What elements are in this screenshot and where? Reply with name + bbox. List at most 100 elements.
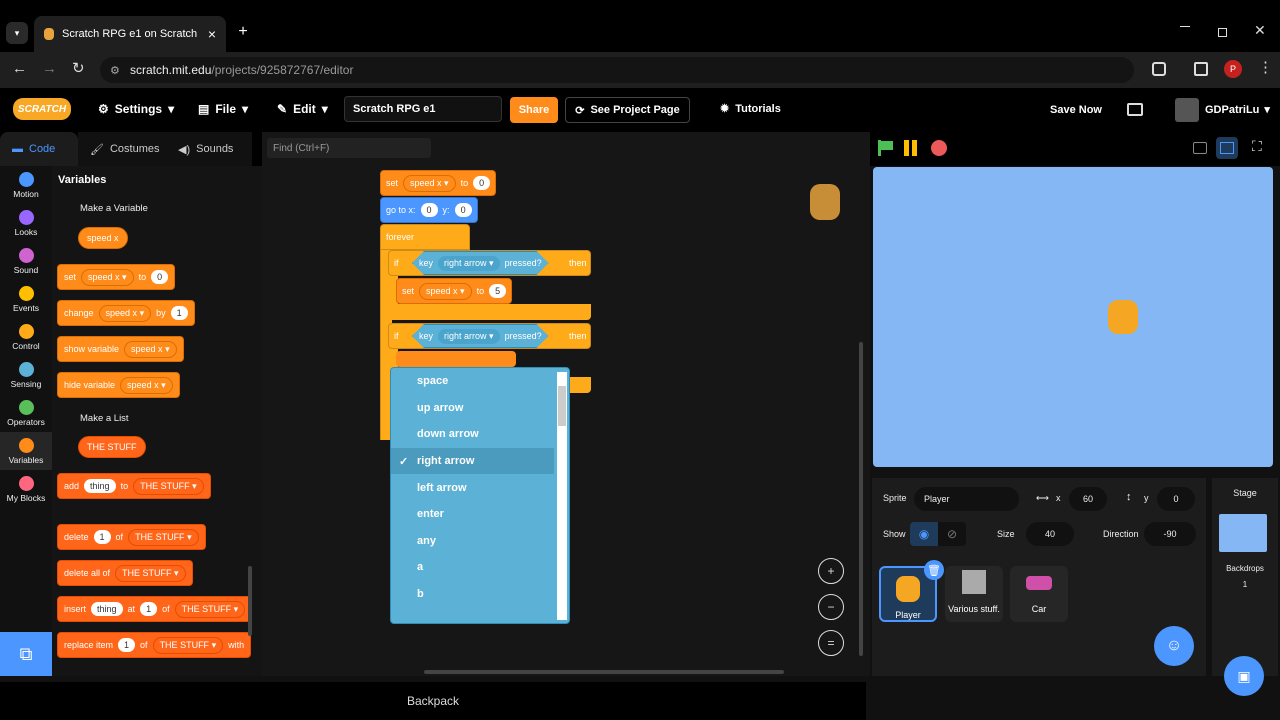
back-icon[interactable]: ← [12, 60, 27, 77]
player-sprite[interactable] [1108, 300, 1138, 334]
variable-dropdown[interactable]: speed x ▾ [124, 340, 177, 358]
extensions-icon[interactable] [1152, 62, 1166, 76]
category-variables[interactable]: Variables [0, 432, 52, 470]
replace-item-block[interactable]: replace item 1 of THE STUFF ▾ with [57, 632, 252, 658]
go-to-xy-block[interactable]: go to x: 0 y: 0 [380, 197, 478, 223]
variable-reporter[interactable]: speed x [78, 227, 128, 249]
reload-icon[interactable]: ↻ [72, 59, 85, 77]
set-variable-block[interactable]: set speed x ▾ to 0 [57, 264, 176, 290]
add-backdrop-button[interactable]: ▣ [1224, 656, 1264, 696]
list-dropdown[interactable]: THE STUFF ▾ [115, 564, 186, 582]
list-dropdown[interactable]: THE STUFF ▾ [152, 636, 224, 654]
restore-icon[interactable] [1218, 28, 1227, 37]
pause-icon[interactable] [904, 140, 909, 156]
backpack[interactable]: Backpack [0, 682, 866, 720]
category-control[interactable]: Control [0, 318, 52, 356]
dropdown-option[interactable]: b [391, 581, 554, 608]
dropdown-scrollbar[interactable] [557, 372, 567, 620]
account-menu[interactable]: GDPatriLu ▾ [1205, 103, 1270, 117]
url-field[interactable]: ⚙ scratch.mit.edu/projects/925872767/edi… [100, 57, 1134, 83]
browser-tab[interactable]: Scratch RPG e1 on Scratch × [34, 16, 226, 52]
value-input[interactable]: 1 [118, 638, 136, 652]
key-pressed-block[interactable]: key right arrow ▾ pressed? [412, 251, 549, 275]
value-input[interactable]: 0 [151, 270, 169, 284]
set-variable-block[interactable]: set speed x ▾ to 0 [380, 170, 497, 196]
change-variable-block[interactable]: change speed x ▾ by 1 [57, 300, 195, 326]
dropdown-scroll-thumb[interactable] [558, 386, 566, 426]
list-reporter[interactable]: THE STUFF [78, 436, 146, 458]
dropdown-option[interactable]: ✓ right arrow [391, 447, 554, 475]
key-dropdown[interactable]: right arrow ▾ [438, 256, 500, 271]
see-project-page-button[interactable]: ⟳ See Project Page [565, 97, 690, 123]
show-variable-block[interactable]: show variable speed x ▾ [57, 336, 184, 362]
variable-dropdown[interactable]: speed x ▾ [403, 174, 456, 192]
dropdown-option[interactable]: space [391, 368, 554, 395]
make-list-button[interactable]: Make a List [80, 413, 129, 424]
list-dropdown[interactable]: THE STUFF ▾ [174, 600, 246, 618]
value-input[interactable]: thing [84, 479, 116, 493]
category-motion[interactable]: Motion [0, 166, 52, 204]
share-button[interactable]: Share [510, 97, 558, 123]
stop-icon[interactable] [931, 140, 947, 156]
value-input[interactable]: 1 [170, 306, 188, 320]
dropdown-option[interactable]: up arrow [391, 395, 554, 422]
tutorials-button[interactable]: ✹ Tutorials [720, 102, 781, 116]
zoom-out-button[interactable]: − [818, 594, 844, 620]
value-input[interactable]: thing [91, 602, 123, 616]
dropdown-option[interactable]: down arrow [391, 421, 554, 448]
minimize-icon[interactable] [1180, 26, 1190, 27]
hide-variable-block[interactable]: hide variable speed x ▾ [57, 372, 180, 398]
y-input[interactable]: 0 [1157, 487, 1195, 511]
fullscreen-icon[interactable]: ⛶ [1252, 138, 1262, 155]
set-variable-block[interactable] [396, 351, 516, 367]
value-input[interactable]: 5 [489, 284, 507, 298]
hide-eye-icon[interactable]: ⊘ [938, 522, 966, 546]
delete-sprite-icon[interactable]: 🗑 [924, 560, 944, 580]
zoom-reset-button[interactable]: = [818, 630, 844, 656]
sprite-thumb-various-stuff[interactable]: Various stuff. [945, 566, 1003, 622]
set-variable-block[interactable]: set speed x ▾ to 5 [396, 278, 513, 304]
scratch-logo[interactable]: SCRATCH [13, 98, 71, 120]
size-input[interactable]: 40 [1026, 522, 1074, 546]
new-tab-button[interactable]: + [233, 22, 253, 42]
y-input[interactable]: 0 [454, 203, 472, 217]
normal-stage-icon[interactable] [1216, 137, 1238, 159]
user-avatar[interactable] [1175, 98, 1199, 122]
save-now-button[interactable]: Save Now [1050, 104, 1102, 116]
category-events[interactable]: Events [0, 280, 52, 318]
green-flag-icon[interactable] [878, 140, 894, 156]
variable-dropdown[interactable]: speed x ▾ [81, 268, 134, 286]
list-dropdown[interactable]: THE STUFF ▾ [128, 528, 199, 546]
variable-dropdown[interactable]: speed x ▾ [120, 376, 173, 394]
side-panel-icon[interactable] [1194, 62, 1208, 76]
direction-input[interactable]: -90 [1144, 522, 1196, 546]
value-input[interactable]: 1 [140, 602, 158, 616]
value-input[interactable]: 1 [93, 530, 111, 544]
insert-at-list-block[interactable]: insert thing at 1 of THE STUFF ▾ [57, 596, 253, 622]
key-dropdown[interactable]: right arrow ▾ [438, 329, 500, 344]
show-eye-icon[interactable]: ◉ [910, 522, 938, 546]
dropdown-option[interactable]: any [391, 528, 554, 555]
category-sensing[interactable]: Sensing [0, 356, 52, 394]
forever-block[interactable]: forever [380, 224, 470, 250]
my-stuff-folder-icon[interactable] [1127, 103, 1143, 116]
sprite-thumb-car[interactable]: Car [1010, 566, 1068, 622]
stage-pane[interactable]: Stage Backdrops 1 ▣ [1212, 478, 1278, 696]
key-pressed-block[interactable]: key right arrow ▾ pressed? [412, 324, 549, 348]
tab-search-button[interactable]: ▾ [6, 22, 28, 44]
tab-code[interactable]: ▬ Code [0, 132, 78, 166]
dropdown-option[interactable]: a [391, 554, 554, 581]
close-window-icon[interactable]: ✕ [1254, 22, 1266, 39]
horizontal-scrollbar[interactable] [424, 670, 784, 674]
settings-menu[interactable]: ⚙ Settings ▾ [98, 102, 174, 116]
category-operators[interactable]: Operators [0, 394, 52, 432]
close-tab-icon[interactable]: × [208, 26, 216, 42]
stage-canvas[interactable] [873, 167, 1273, 467]
add-extension-button[interactable]: ⧉ [0, 632, 52, 676]
x-input[interactable]: 0 [420, 203, 438, 217]
tab-sounds[interactable]: ◀) Sounds [166, 132, 252, 166]
file-menu[interactable]: ▤ File ▾ [198, 102, 248, 116]
profile-avatar[interactable]: P [1224, 60, 1242, 78]
small-stage-icon[interactable] [1193, 142, 1207, 154]
add-to-list-block[interactable]: add thing to THE STUFF ▾ [57, 473, 211, 499]
